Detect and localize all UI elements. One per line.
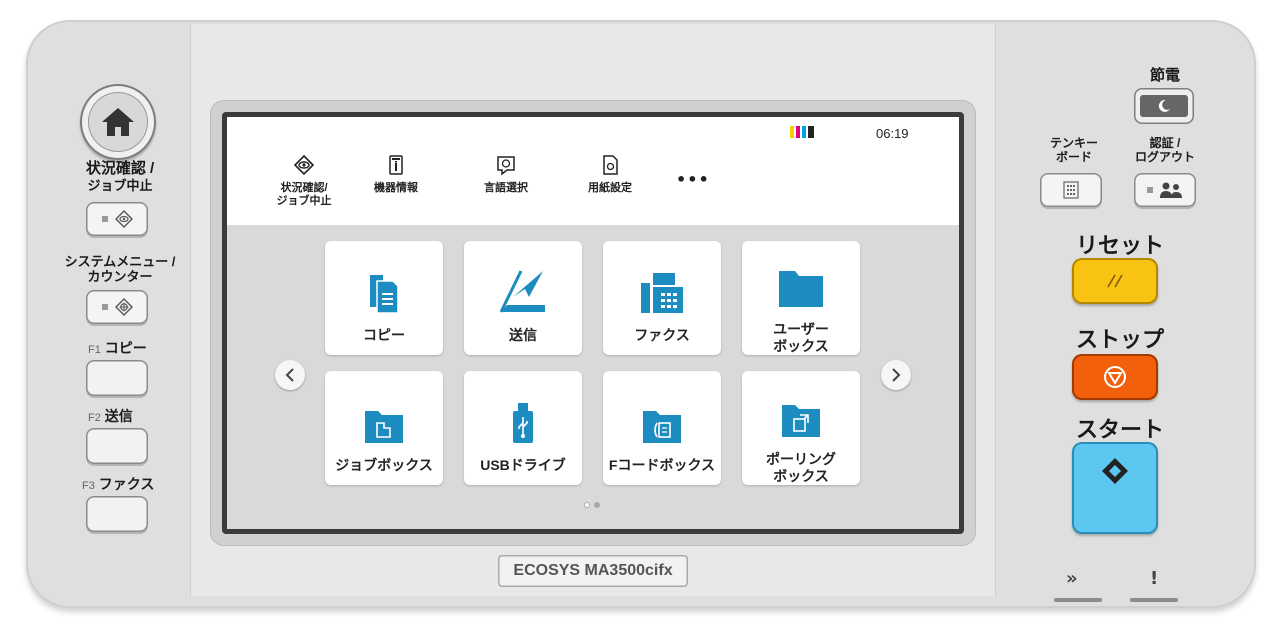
- user-box-tile[interactable]: ユーザー ボックス: [742, 241, 860, 355]
- page-indicator: [584, 502, 600, 508]
- user-box-icon: [779, 271, 823, 307]
- reset-label: リセット: [1075, 233, 1164, 258]
- start-label: スタート: [1075, 417, 1164, 442]
- toner-level-indicator: [790, 126, 814, 138]
- tenkey-label: テンキー ボード: [1049, 136, 1098, 164]
- led-indicator: [1147, 187, 1153, 193]
- device-info-icon: [389, 155, 403, 175]
- eye-diamond-icon: [114, 210, 133, 228]
- auth-logout-label: 認証 / ログアウト: [1134, 136, 1195, 164]
- f3-fax-button[interactable]: [86, 496, 148, 532]
- system-menu-label: システムメニュー / カウンター: [64, 254, 176, 284]
- next-page-button[interactable]: [881, 360, 911, 390]
- attention-indicator-slot: [1130, 598, 1178, 602]
- model-name: ECOSYS MA3500cifx: [513, 562, 673, 579]
- led-indicator: [101, 216, 108, 222]
- reset-icon: [1107, 274, 1123, 288]
- auth-logout-button[interactable]: [1134, 173, 1196, 207]
- job-box-icon: [365, 411, 403, 443]
- clock: 06:19: [876, 126, 909, 141]
- toner-cyan: [802, 126, 806, 138]
- eye-icon: [293, 154, 315, 176]
- usb-drive-tile[interactable]: USBドライブ: [464, 371, 582, 485]
- toner-magenta: [796, 126, 800, 138]
- start-icon: [1102, 458, 1128, 484]
- home-button[interactable]: [80, 84, 156, 160]
- language-icon: [497, 156, 515, 176]
- polling-box-tile[interactable]: ポーリング ボックス: [742, 371, 860, 485]
- quick-action-device-info[interactable]: 機器情報: [356, 154, 436, 195]
- quick-action-status[interactable]: 状況確認/ ジョブ中止: [264, 154, 344, 208]
- users-icon: [1160, 182, 1182, 198]
- f1-label: F1 コピー: [88, 340, 147, 356]
- send-icon: [499, 270, 545, 313]
- send-tile[interactable]: 送信: [464, 241, 582, 355]
- f1-copy-button[interactable]: [86, 360, 148, 396]
- reset-button[interactable]: [1072, 258, 1158, 304]
- home-icon: [102, 108, 134, 136]
- system-menu-button[interactable]: [86, 290, 148, 324]
- chevron-right-icon: [892, 368, 901, 382]
- model-name-plate: ECOSYS MA3500cifx: [498, 555, 688, 587]
- f2-label: F2 送信: [88, 408, 133, 424]
- page-dot-active: [584, 502, 590, 508]
- fcode-box-tile[interactable]: Fコードボックス: [603, 371, 721, 485]
- copy-icon: [370, 275, 399, 314]
- usb-icon: [513, 403, 533, 443]
- f3-label: F3 ファクス: [82, 476, 155, 492]
- led-indicator: [101, 304, 108, 310]
- stop-button[interactable]: [1072, 354, 1158, 400]
- previous-page-button[interactable]: [275, 360, 305, 390]
- moon-icon: [1158, 99, 1170, 112]
- start-button[interactable]: [1072, 442, 1158, 534]
- fax-icon: [641, 273, 683, 313]
- toner-yellow: [790, 126, 794, 138]
- status-job-cancel-button[interactable]: [86, 202, 148, 236]
- processing-indicator-icon: »: [1066, 568, 1078, 589]
- stop-label: ストップ: [1075, 327, 1164, 352]
- page-dot: [594, 502, 600, 508]
- paper-settings-icon: [603, 155, 618, 175]
- f2-send-button[interactable]: [86, 428, 148, 464]
- copy-tile[interactable]: コピー: [325, 241, 443, 355]
- fcode-box-icon: [643, 411, 681, 443]
- fax-tile[interactable]: ファクス: [603, 241, 721, 355]
- chevron-left-icon: [285, 368, 294, 382]
- quick-action-language[interactable]: 言語選択: [466, 154, 546, 195]
- system-menu-icon: [114, 298, 133, 316]
- job-box-tile[interactable]: ジョブボックス: [325, 371, 443, 485]
- status-job-cancel-label: 状況確認 / ジョブ中止: [85, 160, 155, 193]
- energy-saver-button[interactable]: [1134, 88, 1194, 124]
- tenkey-button[interactable]: [1040, 173, 1102, 207]
- energy-saver-label: 節電: [1149, 67, 1180, 84]
- keypad-icon: [1063, 181, 1079, 199]
- quick-action-paper-settings[interactable]: 用紙設定: [570, 154, 650, 195]
- more-button[interactable]: •••: [676, 170, 710, 189]
- polling-box-icon: [782, 405, 820, 437]
- attention-indicator-icon: !: [1150, 568, 1159, 589]
- toner-black: [808, 126, 814, 138]
- stop-icon: [1104, 366, 1126, 388]
- processing-indicator-slot: [1054, 598, 1102, 602]
